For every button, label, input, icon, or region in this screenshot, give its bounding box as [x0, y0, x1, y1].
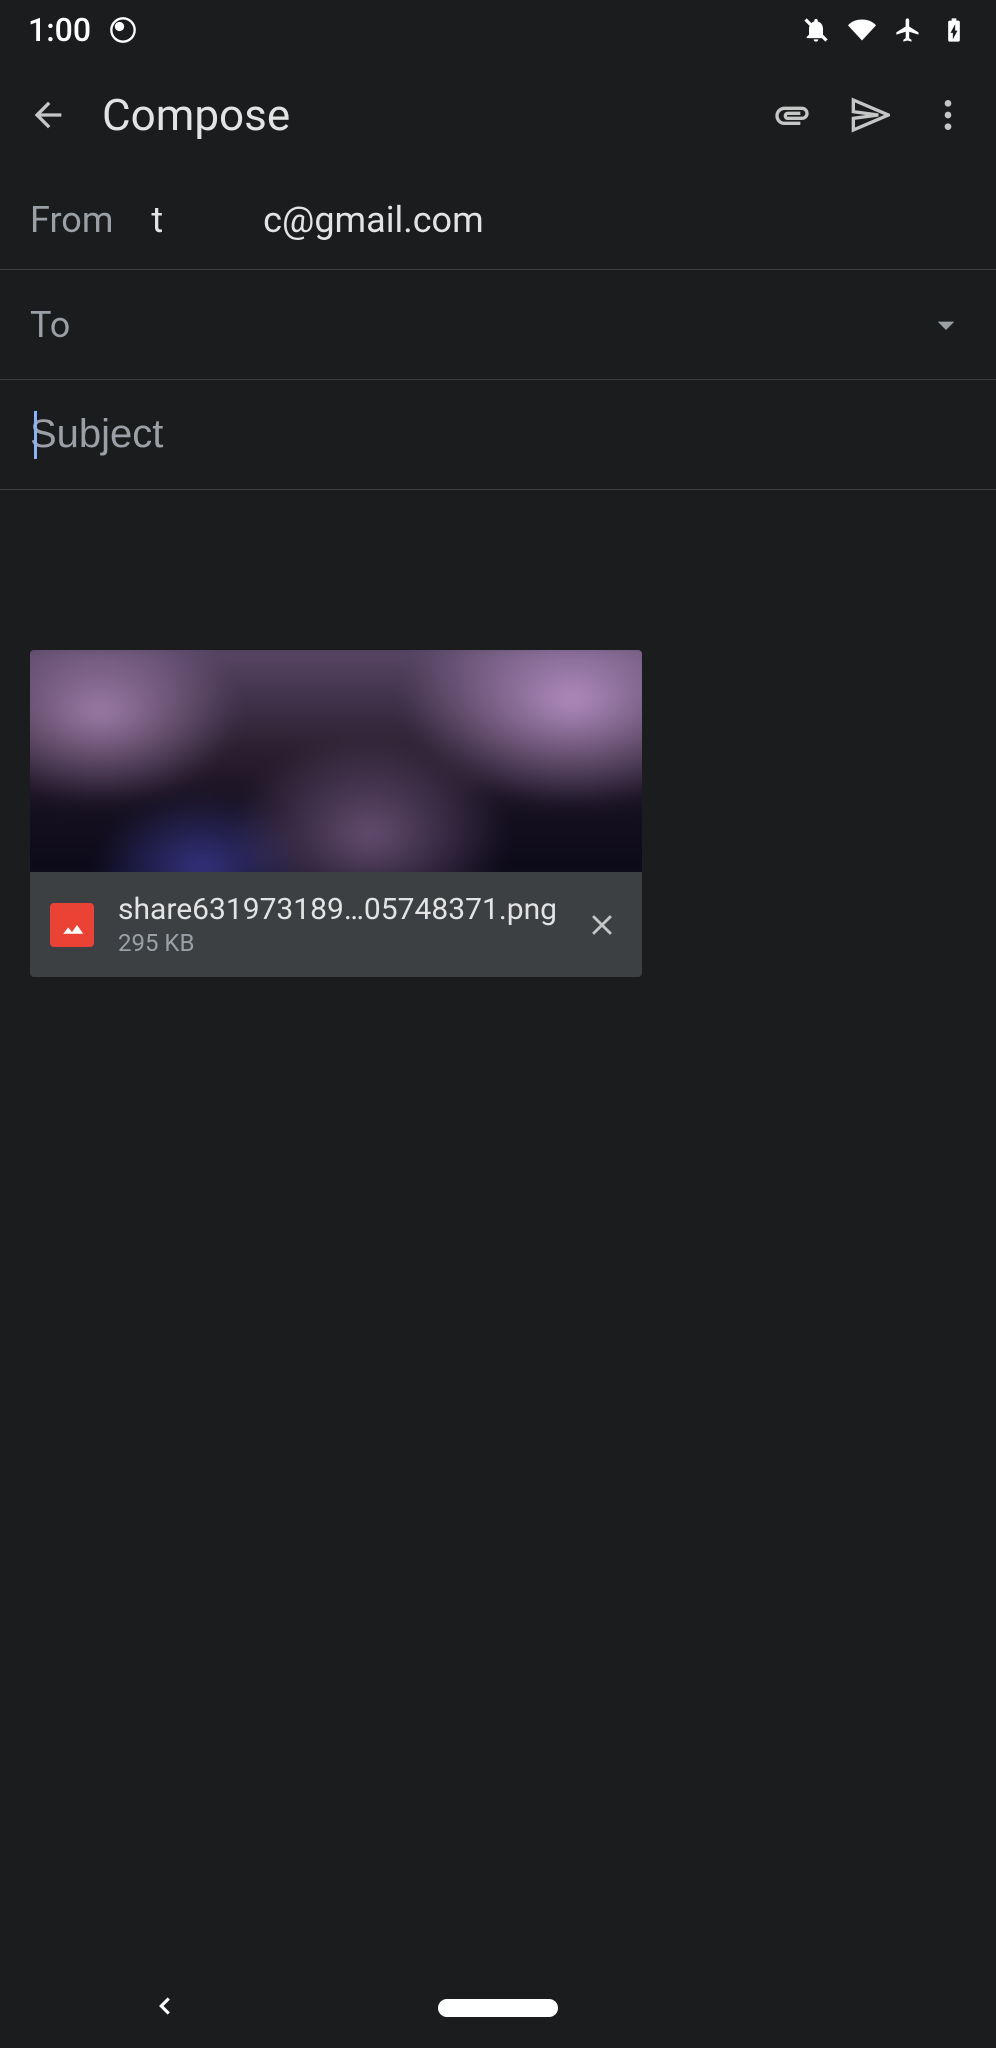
system-back-button[interactable]	[150, 1991, 180, 2025]
status-time: 1:00	[28, 11, 91, 49]
send-button[interactable]	[846, 91, 894, 139]
dnd-off-icon	[802, 16, 830, 44]
remove-attachment-button[interactable]	[582, 905, 622, 945]
from-label: From	[30, 199, 113, 241]
back-button[interactable]	[24, 91, 72, 139]
battery-charging-icon	[940, 16, 968, 44]
subject-input[interactable]	[30, 412, 966, 457]
image-file-icon	[50, 903, 94, 947]
from-row[interactable]: From t c@gmail.com	[0, 170, 996, 270]
wifi-icon	[848, 16, 876, 44]
attachment-preview-image	[30, 650, 642, 872]
to-row[interactable]: To	[0, 270, 996, 380]
airplane-icon	[894, 16, 922, 44]
system-home-pill[interactable]	[438, 1999, 558, 2017]
attachment-card[interactable]: share631973189…05748371.png 295 KB	[30, 650, 642, 977]
more-options-button[interactable]	[924, 91, 972, 139]
from-email-part1: t	[151, 199, 163, 241]
to-label: To	[30, 304, 926, 346]
page-title: Compose	[102, 89, 738, 141]
from-email: t c@gmail.com	[151, 199, 483, 241]
expand-recipients-button[interactable]	[926, 305, 966, 345]
compose-body[interactable]: share631973189…05748371.png 295 KB	[0, 490, 996, 1007]
status-bar: 1:00	[0, 0, 996, 60]
attachment-filename: share631973189…05748371.png	[118, 892, 558, 927]
subject-row[interactable]	[0, 380, 996, 490]
attach-button[interactable]	[768, 91, 816, 139]
from-email-part2: c@gmail.com	[263, 199, 483, 241]
attachment-size: 295 KB	[118, 929, 558, 957]
status-app-icon	[109, 16, 137, 44]
text-cursor	[34, 411, 37, 459]
system-nav-bar	[0, 1968, 996, 2048]
app-bar: Compose	[0, 60, 996, 170]
